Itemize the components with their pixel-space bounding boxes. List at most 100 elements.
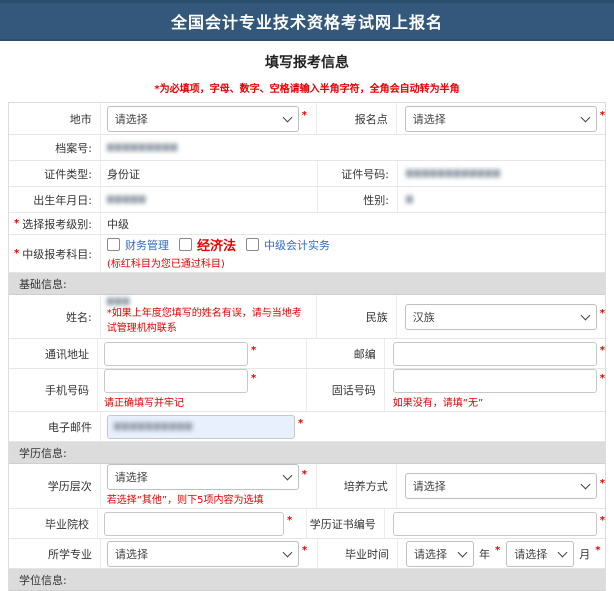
telephone-input[interactable]	[393, 369, 597, 393]
ethnic-select-value: 汉族	[413, 309, 435, 325]
name-note: *如果上年度您填写的姓名有误，请与当地考试管理机构联系	[107, 306, 305, 336]
section-education-info: 学历信息:	[9, 442, 605, 464]
training-select-value: 请选择	[413, 478, 446, 494]
subjects-note: (标红科目为您已通过科目)	[107, 257, 225, 272]
chevron-down-icon	[458, 547, 468, 557]
chevron-down-icon	[282, 112, 292, 122]
grad-month-unit: 月	[579, 546, 590, 562]
mobile-note: 请正确填写并牢记	[104, 396, 184, 411]
grad-year-select-value: 请选择	[414, 546, 447, 562]
registration-form: 地市 请选择 * 报名点 请选择 * 档案号: ▆▆▆▆▆▆▆▆▆ 证件类型: …	[8, 102, 606, 591]
chevron-down-icon	[282, 471, 292, 481]
edu-level-label: 学历层次	[9, 464, 101, 508]
city-select[interactable]: 请选择	[107, 106, 299, 132]
row-city-regpoint: 地市 请选择 * 报名点 请选择 *	[9, 103, 605, 135]
subject-intermediate-accounting-label: 中级会计实务	[264, 237, 330, 253]
id-number-label: 证件号码:	[317, 161, 397, 186]
school-input[interactable]	[104, 512, 284, 536]
training-label: 培养方式	[316, 464, 396, 508]
required-mark: *	[14, 218, 19, 229]
level-label: 选择报考级别:	[22, 216, 92, 232]
row-major-gradtime: 所学专业 请选择 * 毕业时间 请选择 年* 请选择 月*	[9, 539, 605, 569]
row-school-certno: 毕业院校 * 学历证书编号 *	[9, 509, 605, 539]
required-mark: *	[495, 545, 500, 556]
school-label: 毕业院校	[9, 509, 98, 538]
training-select[interactable]: 请选择	[405, 473, 597, 499]
chevron-down-icon	[580, 112, 590, 122]
name-label: 姓名:	[9, 295, 101, 338]
required-mark: *	[595, 545, 600, 556]
city-label: 地市	[9, 103, 101, 134]
major-label: 所学专业	[9, 539, 101, 568]
id-type-label: 证件类型:	[9, 161, 101, 186]
row-archive-number: 档案号: ▆▆▆▆▆▆▆▆▆	[9, 135, 605, 161]
row-name-ethnic: 姓名: ▆▆▆ *如果上年度您填写的姓名有误，请与当地考试管理机构联系 民族 汉…	[9, 295, 605, 339]
required-mark: *	[251, 345, 256, 356]
row-subjects: * 中级报考科目: 财务管理 经济法 中级会计实务 (标红科目为您已通过科目)	[9, 235, 605, 273]
row-id: 证件类型: 身份证 证件号码: ▆▆▆▆▆▆▆▆▆▆▆▆	[9, 161, 605, 187]
grad-time-label: 毕业时间	[317, 539, 397, 568]
app-header: 全国会计专业技术资格考试网上报名	[0, 0, 614, 41]
page-title: 填写报考信息	[0, 52, 614, 72]
required-mark: *	[251, 373, 256, 384]
row-edulevel-training: 学历层次 请选择 * 若选择“其他”，则下5项内容为选填 培养方式 请选择 *	[9, 464, 605, 509]
row-email: 电子邮件 ▆▆▆▆▆▆▆▆▆▆ *	[9, 412, 605, 442]
zipcode-label: 邮编	[306, 339, 383, 368]
app-title: 全国会计专业技术资格考试网上报名	[171, 9, 443, 33]
row-address-zip: 通讯地址 * 邮编 *	[9, 339, 605, 369]
telephone-label: 固话号码	[306, 369, 383, 411]
required-mark: *	[302, 545, 307, 556]
checkbox-intermediate-accounting[interactable]	[246, 238, 259, 251]
edu-level-select[interactable]: 请选择	[107, 464, 299, 490]
grad-year-unit: 年	[479, 546, 490, 562]
regpoint-label: 报名点	[316, 103, 396, 134]
mobile-input[interactable]	[104, 369, 248, 393]
archive-label: 档案号:	[9, 135, 101, 160]
edu-level-note: 若选择“其他”，则下5项内容为选填	[107, 493, 264, 508]
subject-financial-management-label: 财务管理	[125, 237, 169, 253]
required-mark: *	[600, 110, 605, 121]
checkbox-financial-management[interactable]	[107, 238, 120, 251]
name-value-redacted: ▆▆▆	[107, 297, 131, 306]
email-input[interactable]: ▆▆▆▆▆▆▆▆▆▆	[107, 415, 295, 439]
required-mark: *	[600, 308, 605, 319]
regpoint-select-value: 请选择	[413, 111, 446, 127]
gender-value-redacted: ▆	[406, 195, 414, 204]
chevron-down-icon	[558, 547, 568, 557]
regpoint-select[interactable]: 请选择	[405, 106, 597, 132]
required-mark: *	[600, 373, 605, 384]
email-value-redacted: ▆▆▆▆▆▆▆▆▆▆	[114, 422, 193, 431]
gender-label: 性别:	[317, 187, 397, 212]
mobile-label: 手机号码	[9, 369, 98, 411]
level-value: 中级	[101, 213, 605, 234]
row-exam-level: * 选择报考级别: 中级	[9, 213, 605, 235]
subjects-label: 中级报考科目:	[22, 246, 92, 262]
ethnic-select[interactable]: 汉族	[405, 304, 597, 330]
required-mark: *	[600, 345, 605, 356]
required-fields-note: *为必填项，字母、数字、空格请输入半角字符，全角会自动转为半角	[0, 80, 614, 95]
id-number-value-redacted: ▆▆▆▆▆▆▆▆▆▆▆▆	[406, 169, 501, 178]
chevron-down-icon	[283, 547, 293, 557]
section-basic-info: 基础信息:	[9, 273, 605, 295]
required-mark: *	[14, 248, 19, 259]
required-mark: *	[302, 469, 307, 480]
row-mobile-telephone: 手机号码 * 请正确填写并牢记 固话号码 * 如果没有，请填“无”	[9, 369, 605, 412]
required-mark: *	[287, 515, 292, 526]
cert-no-input[interactable]	[393, 512, 597, 536]
zipcode-input[interactable]	[393, 342, 597, 366]
required-mark: *	[298, 418, 303, 429]
checkbox-economic-law[interactable]	[179, 238, 192, 251]
city-select-value: 请选择	[115, 111, 148, 127]
email-label: 电子邮件	[9, 412, 101, 441]
row-birth-gender: 出生年月日: ▆▆▆▆▆ 性别: ▆	[9, 187, 605, 213]
id-type-value: 身份证	[101, 161, 317, 186]
required-mark: *	[302, 110, 307, 121]
telephone-note: 如果没有，请填“无”	[393, 396, 483, 411]
address-input[interactable]	[104, 342, 248, 366]
address-label: 通讯地址	[9, 339, 98, 368]
cert-no-label: 学历证书编号	[306, 509, 383, 538]
required-mark: *	[600, 478, 605, 489]
section-degree-info: 学位信息:	[9, 569, 605, 591]
ethnic-label: 民族	[316, 295, 396, 338]
required-mark: *	[600, 515, 605, 526]
